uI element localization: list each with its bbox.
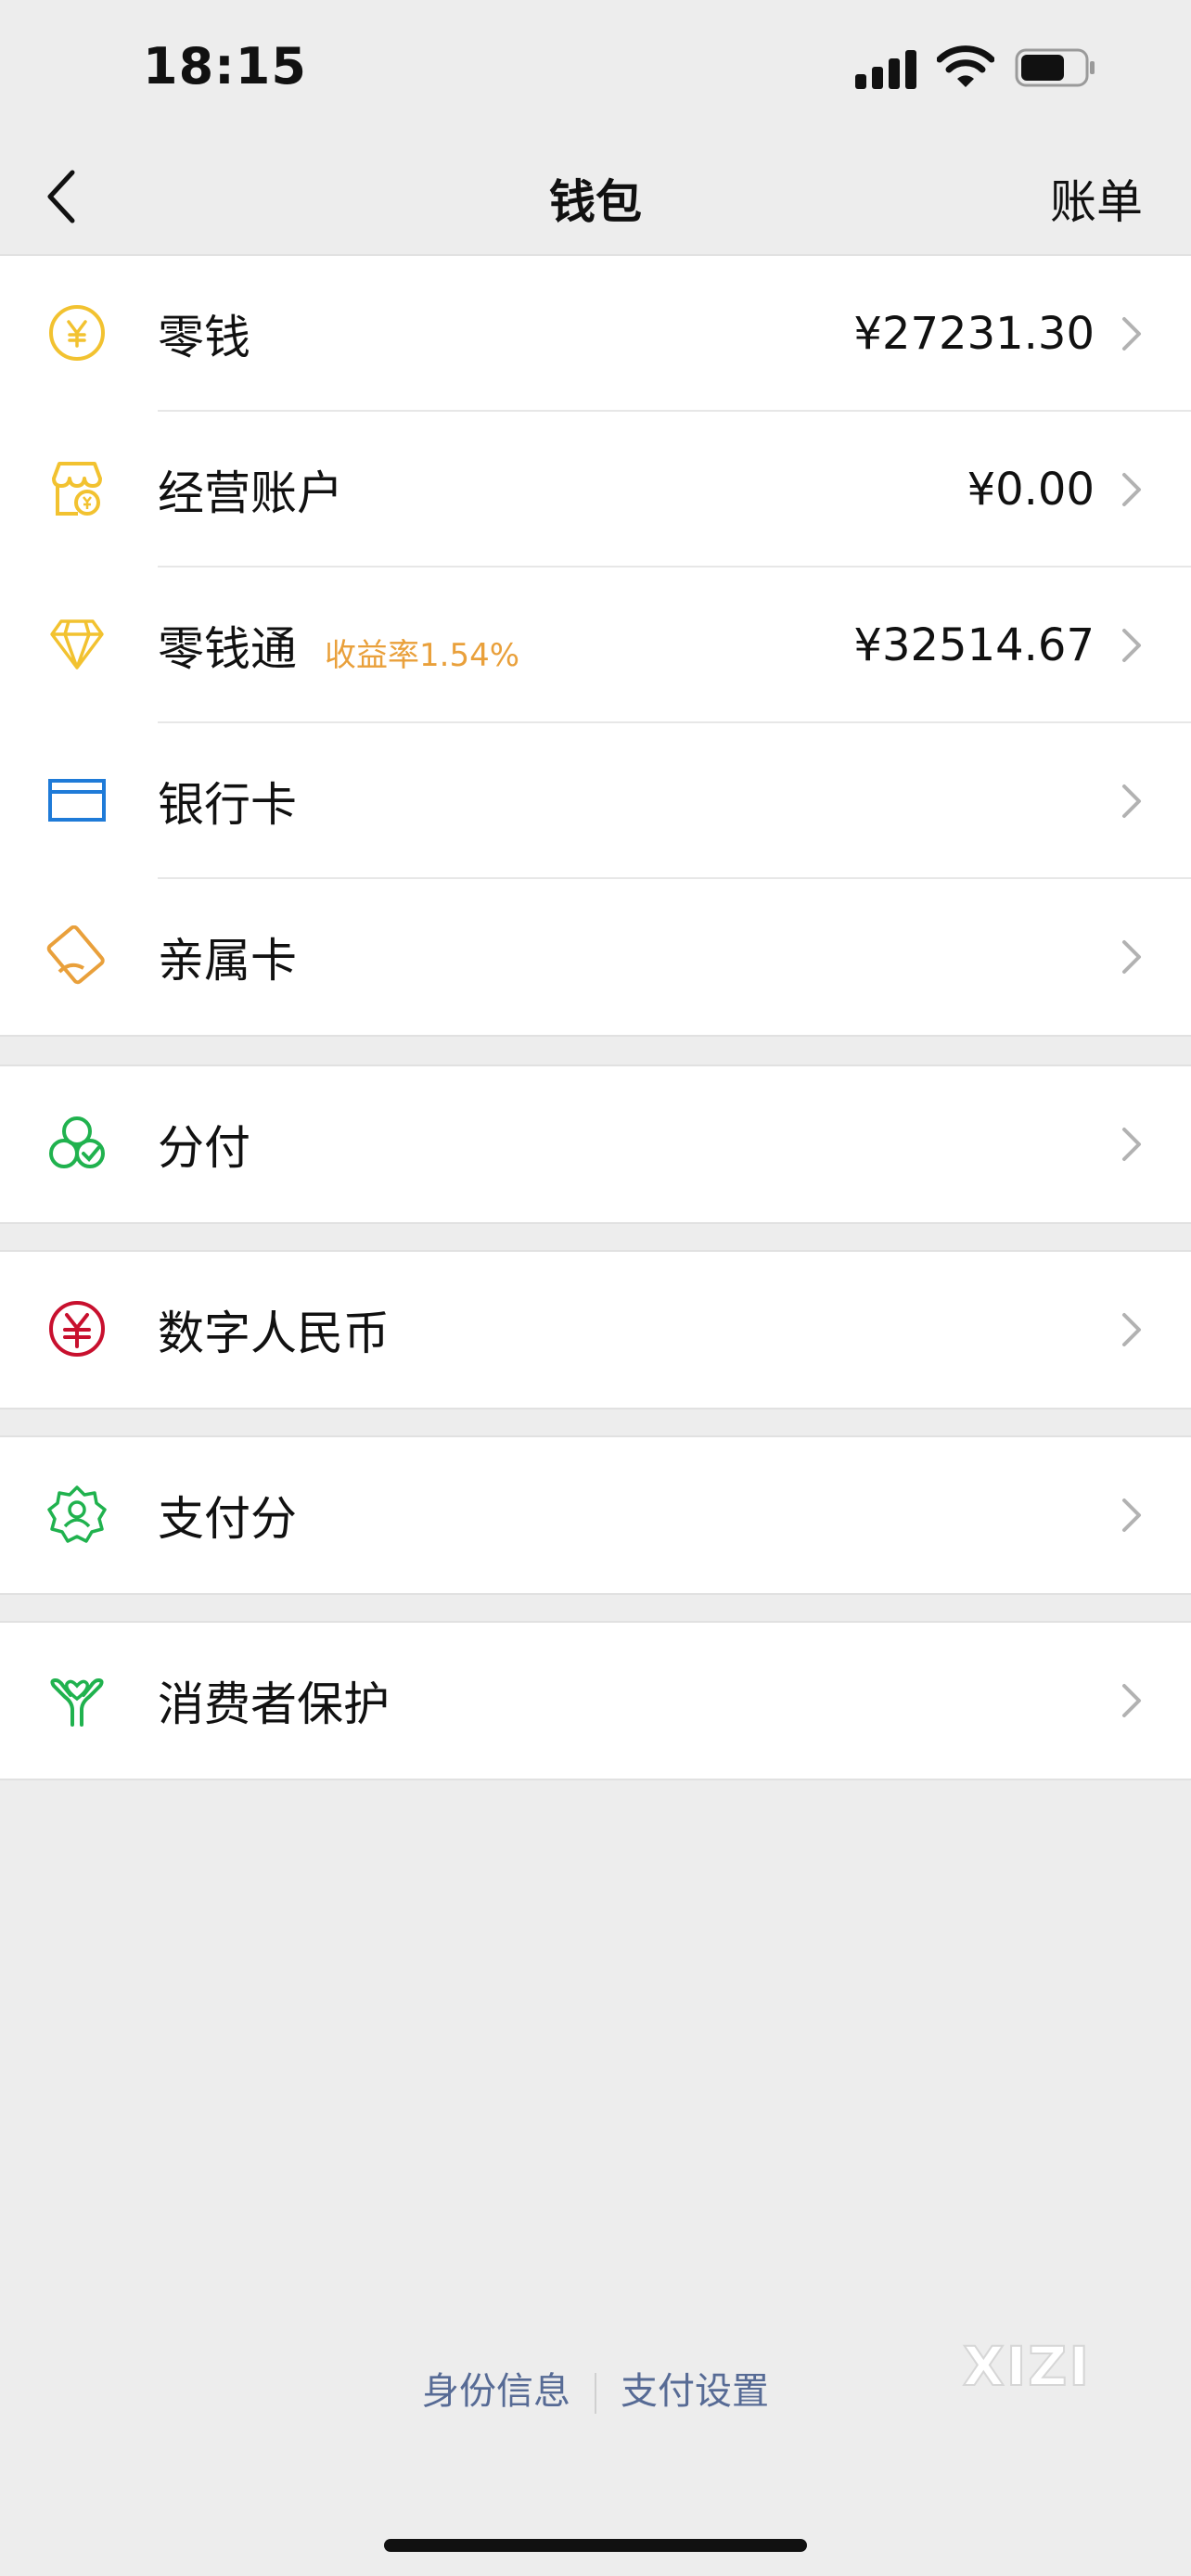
yen-coin-icon (49, 305, 105, 361)
wallet-group-main: 零钱 ¥27231.30 经营账户 ¥0.00 零钱通 收益率1.54% ¥325… (0, 254, 1191, 1037)
row-label: 数字人民币 (158, 1307, 390, 1360)
lingqiantong-row[interactable]: 零钱通 收益率1.54% ¥32514.67 (0, 567, 1191, 723)
payscore-icon (47, 1486, 107, 1543)
payscore-group: 支付分 (0, 1435, 1191, 1595)
consumer-protection-row[interactable]: 消费者保护 (0, 1623, 1191, 1779)
chevron-right-icon (1122, 1684, 1141, 1717)
nav-bar: 钱包 账单 (0, 139, 1191, 254)
footer-divider (595, 2373, 596, 2414)
status-bar: 18:15 (0, 0, 1191, 139)
chevron-right-icon (1122, 1128, 1141, 1161)
watermark-logo: XIZI (962, 2334, 1091, 2399)
battery-icon (1015, 48, 1095, 87)
fenfu-row[interactable]: 分付 (0, 1066, 1191, 1222)
signal-icon (855, 48, 918, 89)
chevron-right-icon (1122, 473, 1141, 506)
home-indicator[interactable] (384, 2539, 807, 2552)
row-value: ¥27231.30 (853, 308, 1095, 360)
payment-settings-link[interactable]: 支付设置 (621, 2370, 769, 2413)
yield-rate-badge: 收益率1.54% (325, 637, 520, 674)
page-title: 钱包 (549, 175, 642, 229)
chevron-right-icon (1122, 317, 1141, 351)
row-label-text: 零钱通 (158, 622, 297, 676)
diamond-icon (50, 619, 104, 670)
chevron-right-icon (1122, 1313, 1141, 1346)
bank-card-icon (48, 779, 106, 822)
family-card-row[interactable]: 亲属卡 (0, 879, 1191, 1035)
row-label: 亲属卡 (158, 934, 297, 988)
digital-rmb-group: 数字人民币 (0, 1250, 1191, 1409)
row-value: ¥32514.67 (853, 619, 1095, 671)
fenfu-icon (49, 1116, 105, 1168)
chevron-right-icon (1122, 784, 1141, 818)
payscore-row[interactable]: 支付分 (0, 1437, 1191, 1593)
row-label: 零钱 (158, 311, 250, 364)
wifi-icon (937, 45, 994, 87)
consumer-protection-icon (50, 1677, 104, 1727)
fenfu-group: 分付 (0, 1065, 1191, 1224)
digital-rmb-row[interactable]: 数字人民币 (0, 1252, 1191, 1408)
chevron-right-icon (1122, 1498, 1141, 1532)
bank-card-row[interactable]: 银行卡 (0, 723, 1191, 879)
bill-link[interactable]: 账单 (1050, 165, 1143, 232)
row-label: 支付分 (158, 1492, 297, 1546)
business-account-row[interactable]: 经营账户 ¥0.00 (0, 412, 1191, 567)
row-label: 银行卡 (158, 778, 297, 832)
row-label: 分付 (158, 1121, 250, 1175)
family-card-icon (46, 925, 105, 985)
chevron-right-icon (1122, 629, 1141, 662)
row-label: 经营账户 (158, 466, 343, 520)
row-value: ¥0.00 (967, 464, 1095, 516)
row-label: 零钱通 收益率1.54% (158, 612, 519, 679)
row-label: 消费者保护 (158, 1677, 390, 1731)
consumer-protection-group: 消费者保护 (0, 1621, 1191, 1780)
change-row[interactable]: 零钱 ¥27231.30 (0, 256, 1191, 412)
chevron-right-icon (1122, 940, 1141, 974)
shop-account-icon (52, 462, 102, 516)
status-time: 18:15 (143, 37, 307, 96)
identity-info-link[interactable]: 身份信息 (422, 2370, 570, 2413)
digital-rmb-icon (49, 1301, 105, 1357)
